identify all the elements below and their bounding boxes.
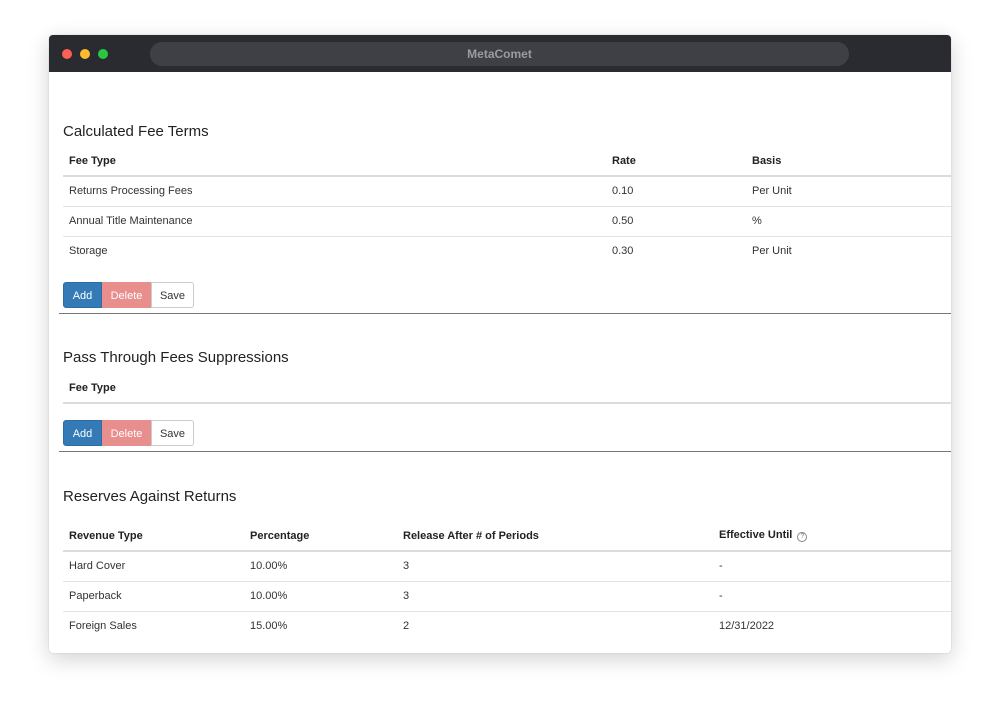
column-header-revenue-type: Revenue Type bbox=[63, 521, 244, 552]
effective-until-label: Effective Until bbox=[719, 529, 793, 541]
add-button[interactable]: Add bbox=[63, 282, 102, 308]
minimize-window-button[interactable] bbox=[80, 49, 90, 59]
column-header-fee-type: Fee Type bbox=[63, 146, 606, 177]
rate-cell: 0.50 bbox=[606, 206, 746, 237]
pass-through-fees-table: Fee Type bbox=[63, 373, 951, 404]
table-row[interactable]: Paperback 10.00% 3 - bbox=[63, 581, 951, 612]
fee-type-cell: Storage bbox=[69, 245, 108, 258]
rate-cell: 0.30 bbox=[612, 245, 634, 258]
table-row[interactable]: Annual Title Maintenance 0.50 % bbox=[63, 206, 951, 237]
maximize-window-button[interactable] bbox=[98, 49, 108, 59]
reserves-against-returns-title: Reserves Against Returns bbox=[63, 488, 237, 505]
save-button[interactable]: Save bbox=[151, 282, 194, 308]
percentage-cell: 10.00% bbox=[244, 581, 397, 612]
column-header-basis: Basis bbox=[746, 146, 951, 177]
rate-cell: 0.10 bbox=[606, 176, 746, 207]
column-header-effective-until: Effective Until? bbox=[713, 521, 951, 552]
revenue-type-cell: Foreign Sales bbox=[69, 620, 137, 633]
percentage-cell: 15.00% bbox=[250, 620, 288, 633]
reserves-against-returns-table: Revenue Type Percentage Release After # … bbox=[63, 521, 951, 641]
basis-cell: Per Unit bbox=[752, 245, 792, 258]
effective-until-cell: - bbox=[713, 581, 951, 612]
section-divider bbox=[59, 313, 951, 314]
pass-through-fees-actions: Add Delete Save bbox=[63, 420, 194, 446]
delete-button[interactable]: Delete bbox=[102, 420, 151, 446]
revenue-type-cell: Paperback bbox=[63, 581, 244, 612]
table-row[interactable]: Foreign Sales 15.00% 2 12/31/2022 bbox=[63, 611, 951, 641]
calculated-fee-terms-title: Calculated Fee Terms bbox=[63, 123, 209, 140]
table-row[interactable]: Returns Processing Fees 0.10 Per Unit bbox=[63, 176, 951, 207]
table-header-row: Fee Type Rate Basis bbox=[63, 146, 951, 177]
fee-type-cell: Annual Title Maintenance bbox=[63, 206, 606, 237]
delete-button[interactable]: Delete bbox=[102, 282, 151, 308]
table-header-row: Revenue Type Percentage Release After # … bbox=[63, 521, 951, 552]
calculated-fee-terms-actions: Add Delete Save bbox=[63, 282, 194, 308]
column-header-release-periods: Release After # of Periods bbox=[397, 521, 713, 552]
app-window: MetaComet Calculated Fee Terms Fee Type … bbox=[49, 35, 951, 653]
pass-through-fees-title: Pass Through Fees Suppressions bbox=[63, 349, 289, 366]
fee-type-cell: Returns Processing Fees bbox=[63, 176, 606, 207]
add-button[interactable]: Add bbox=[63, 420, 102, 446]
effective-until-cell: 12/31/2022 bbox=[719, 620, 775, 633]
release-periods-cell: 2 bbox=[403, 620, 410, 633]
calculated-fee-terms-table: Fee Type Rate Basis Returns Processing F… bbox=[63, 146, 951, 266]
release-periods-cell: 3 bbox=[397, 551, 713, 582]
table-header-row: Fee Type bbox=[63, 373, 951, 404]
basis-cell: Per Unit bbox=[746, 176, 951, 207]
percentage-cell: 10.00% bbox=[244, 551, 397, 582]
close-window-button[interactable] bbox=[62, 49, 72, 59]
column-header-fee-type: Fee Type bbox=[63, 373, 951, 404]
window-title: MetaComet bbox=[150, 42, 849, 66]
revenue-type-cell: Hard Cover bbox=[63, 551, 244, 582]
release-periods-cell: 3 bbox=[397, 581, 713, 612]
column-header-percentage: Percentage bbox=[244, 521, 397, 552]
basis-cell: % bbox=[746, 206, 951, 237]
title-bar: MetaComet bbox=[49, 35, 951, 72]
section-divider bbox=[59, 451, 951, 452]
table-row[interactable]: Hard Cover 10.00% 3 - bbox=[63, 551, 951, 582]
save-button[interactable]: Save bbox=[151, 420, 194, 446]
help-icon[interactable]: ? bbox=[797, 532, 808, 542]
table-row[interactable]: Storage 0.30 Per Unit bbox=[63, 236, 951, 266]
column-header-rate: Rate bbox=[606, 146, 746, 177]
main-content: Calculated Fee Terms Fee Type Rate Basis… bbox=[49, 72, 951, 653]
effective-until-cell: - bbox=[713, 551, 951, 582]
